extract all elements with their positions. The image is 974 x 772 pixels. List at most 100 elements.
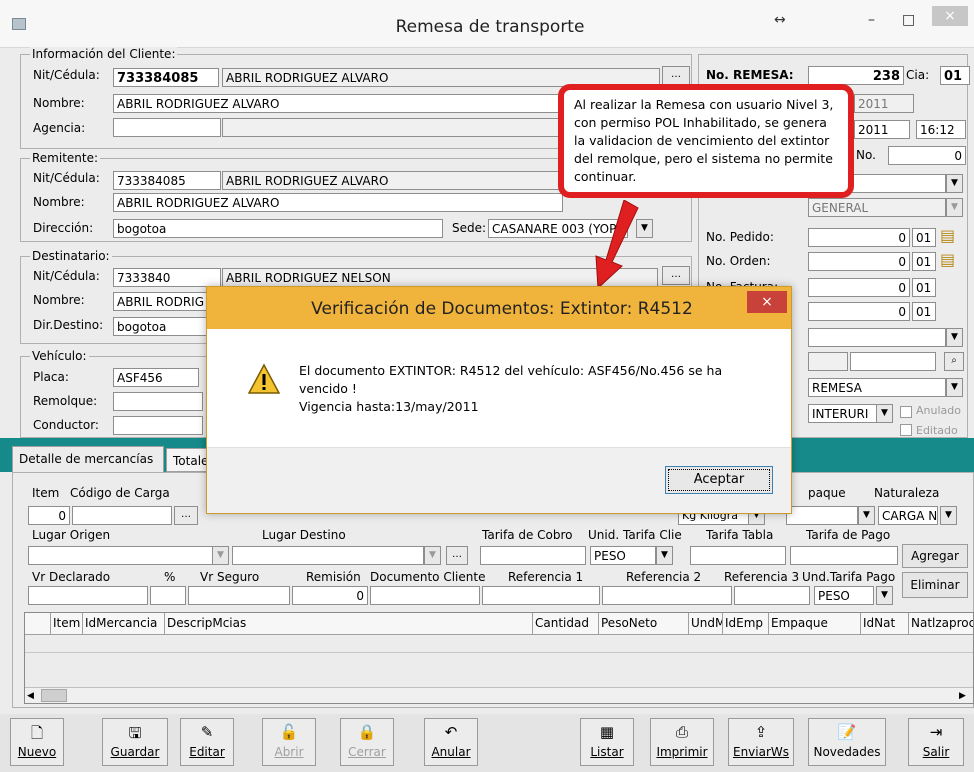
unid-tarifa-dropdown-icon[interactable]: ▼ (656, 546, 673, 565)
pct-field[interactable] (150, 586, 186, 605)
remesa-row4-cia[interactable]: 01 (912, 302, 936, 321)
destinatario-nombre-field[interactable]: ABRIL RODRIG (113, 292, 209, 311)
destinatario-nit-field[interactable]: 7333840 (113, 268, 221, 287)
close-button[interactable]: × (932, 6, 968, 26)
remitente-nombre-field[interactable]: ABRIL RODRIGUEZ ALVARO (113, 193, 563, 212)
cerrar-button[interactable]: 🔒 Cerrar (340, 718, 394, 766)
agregar-button[interactable]: Agregar (902, 544, 968, 568)
scroll-left-icon[interactable]: ◀ (27, 690, 39, 702)
orden-field[interactable]: 0 (808, 252, 910, 271)
placa-field[interactable]: ASF456 (113, 368, 199, 387)
grid-col-empaque[interactable]: Empaque (769, 613, 861, 635)
vr-seguro-field[interactable] (188, 586, 290, 605)
interurb-dropdown-icon[interactable]: ▼ (876, 404, 893, 423)
ref1-field[interactable] (482, 586, 600, 605)
remesa-no-field[interactable]: 238 (808, 66, 904, 85)
und-pago-select[interactable]: PESO (814, 586, 874, 605)
enviarws-button[interactable]: ⇪ EnviarWs (728, 718, 794, 766)
vr-declarado-field[interactable] (28, 586, 148, 605)
cliente-agencia-field[interactable] (113, 118, 221, 137)
maximize-button[interactable]: □ (902, 12, 915, 28)
listar-button[interactable]: ▦ Listar (580, 718, 634, 766)
lugar-search-button[interactable]: … (446, 546, 468, 565)
remesa-date2[interactable]: 2011 (854, 120, 910, 139)
editado-checkbox[interactable] (900, 424, 912, 436)
conductor-field[interactable] (113, 416, 203, 435)
remesa-no2-field[interactable]: 0 (888, 146, 966, 165)
aceptar-button[interactable]: Aceptar (665, 466, 773, 494)
tab-totales[interactable]: Totale (166, 448, 210, 472)
nuevo-button[interactable]: 🗋 Nuevo (10, 718, 64, 766)
interurb-select[interactable]: INTERURI (808, 404, 878, 423)
grid-col-cantidad[interactable]: Cantidad (533, 613, 599, 635)
doc-cliente-field[interactable] (370, 586, 480, 605)
resize-icon[interactable]: ↔ (774, 12, 786, 28)
mercancias-grid[interactable]: Item IdMercancia DescripMcias Cantidad P… (24, 612, 974, 704)
anulado-checkbox[interactable] (900, 406, 912, 418)
imprimir-button[interactable]: ⎙ Imprimir (650, 718, 714, 766)
pedido-cia[interactable]: 01 (912, 228, 936, 247)
remesa-search-field[interactable] (850, 352, 936, 371)
salir-button[interactable]: ⇥ Salir (908, 718, 964, 766)
lugar-destino-dropdown-icon[interactable]: ▼ (424, 546, 441, 565)
eliminar-button[interactable]: Eliminar (902, 572, 968, 598)
grid-col-idmercancia[interactable]: IdMercancia (83, 613, 165, 635)
item-field[interactable]: 0 (28, 506, 70, 525)
grid-row[interactable] (25, 635, 973, 653)
codigo-field[interactable] (72, 506, 172, 525)
pedido-field[interactable]: 0 (808, 228, 910, 247)
anular-button[interactable]: ↶ Anular (424, 718, 478, 766)
grid-col-natlzaproc[interactable]: Natlzaproc (909, 613, 973, 635)
remitente-direccion-field[interactable]: bogotoa (113, 219, 443, 238)
factura-cia[interactable]: 01 (912, 278, 936, 297)
grid-col-idnat[interactable]: IdNat (861, 613, 909, 635)
destinatario-dir-field[interactable]: bogotoa (113, 317, 209, 336)
tarifa-pago-field[interactable] (790, 546, 898, 565)
novedades-button[interactable]: 📝 Novedades (808, 718, 886, 766)
codigo-search-button[interactable]: … (174, 506, 198, 525)
minimize-button[interactable]: – (868, 12, 875, 28)
pedido-doc-icon[interactable]: ▤ (940, 226, 964, 248)
ref3-field[interactable] (734, 586, 810, 605)
grid-col-item[interactable]: Item (51, 613, 83, 635)
tab-detalle[interactable]: Detalle de mercancías (12, 446, 164, 472)
cia-field[interactable]: 01 (940, 66, 970, 85)
grid-col-undmed[interactable]: UndMed (689, 613, 723, 635)
factura-field[interactable]: 0 (808, 278, 910, 297)
remesa-select2[interactable] (808, 328, 946, 347)
empaque-dropdown-icon[interactable]: ▼ (858, 506, 875, 525)
remesa-time[interactable]: 16:12 (916, 120, 966, 139)
orden-doc-icon[interactable]: ▤ (940, 250, 964, 272)
grid-col-pesoneto[interactable]: PesoNeto (599, 613, 689, 635)
doc-type-dropdown-icon[interactable]: ▼ (946, 378, 963, 397)
remitente-nit-field[interactable]: 733384085 (113, 171, 221, 190)
destinatario-search-button[interactable]: … (662, 266, 690, 285)
remesa-select1-dropdown-icon[interactable]: ▼ (946, 174, 963, 193)
remesa-row4-field[interactable]: 0 (808, 302, 910, 321)
naturaleza-select[interactable]: CARGA N (878, 506, 938, 525)
orden-cia[interactable]: 01 (912, 252, 936, 271)
scroll-thumb[interactable] (41, 689, 67, 702)
search-icon[interactable]: ⌕ (944, 352, 964, 371)
grid-col-idemp[interactable]: IdEmp (723, 613, 769, 635)
dialog-close-button[interactable]: × (747, 291, 787, 313)
lugar-origen-select[interactable] (28, 546, 214, 565)
empaque-select[interactable] (786, 506, 858, 525)
tarifa-tabla-field[interactable] (690, 546, 786, 565)
lugar-destino-select[interactable] (232, 546, 424, 565)
und-pago-dropdown-icon[interactable]: ▼ (876, 586, 893, 605)
scroll-right-icon[interactable]: ▶ (959, 690, 971, 702)
grid-col-descripmcias[interactable]: DescripMcias (165, 613, 533, 635)
tarifa-cobro-field[interactable] (480, 546, 586, 565)
lugar-origen-dropdown-icon[interactable]: ▼ (212, 546, 229, 565)
editar-button[interactable]: ✎ Editar (180, 718, 234, 766)
unid-tarifa-select[interactable]: PESO (590, 546, 656, 565)
cliente-nit-field[interactable]: 733384085 (113, 68, 219, 87)
cliente-search-button[interactable]: … (662, 66, 690, 85)
grid-hscrollbar[interactable]: ◀ ▶ (25, 687, 973, 703)
ref2-field[interactable] (602, 586, 732, 605)
guardar-button[interactable]: 🖫 Guardar (102, 718, 168, 766)
doc-type-select[interactable]: REMESA (808, 378, 946, 397)
naturaleza-dropdown-icon[interactable]: ▼ (940, 506, 957, 525)
remesa-select2-dropdown-icon[interactable]: ▼ (946, 328, 963, 347)
